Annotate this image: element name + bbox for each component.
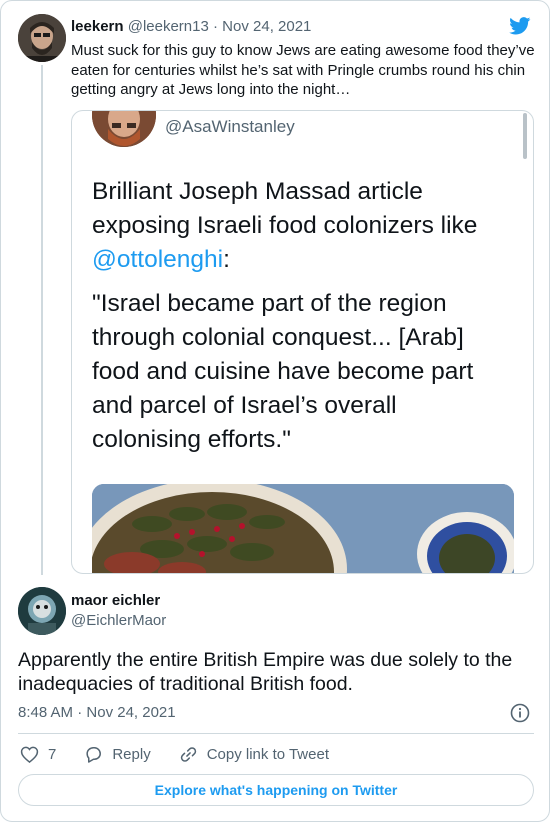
explore-twitter-button[interactable]: Explore what's happening on Twitter — [18, 774, 534, 806]
parent-author-name[interactable]: leekern — [71, 18, 124, 35]
embedded-avatar — [92, 111, 156, 147]
main-tweet-text: Apparently the entire British Empire was… — [18, 649, 513, 695]
food-photo — [92, 484, 514, 573]
main-author-name[interactable]: maor eichler — [71, 592, 160, 609]
embedded-handle: @AsaWinstanley — [165, 117, 295, 136]
like-button[interactable]: 7 — [20, 745, 56, 764]
copy-link-label: Copy link to Tweet — [206, 745, 329, 763]
copy-link-button[interactable]: Copy link to Tweet — [179, 745, 329, 764]
main-avatar[interactable] — [18, 587, 66, 635]
parent-tweet-text: Must suck for this guy to know Jews are … — [71, 42, 535, 98]
reply-label: Reply — [112, 745, 151, 763]
tweet-actions: 7 Reply Copy link to Tweet — [20, 743, 357, 765]
embedded-quote: "Israel became part of the region throug… — [92, 290, 474, 453]
reply-button[interactable]: Reply — [84, 745, 151, 764]
speech-bubble-icon — [86, 746, 102, 763]
like-count: 7 — [48, 745, 57, 763]
tweet-date: Nov 24, 2021 — [86, 704, 176, 721]
embedded-text-before: Brilliant Joseph Massad article exposing… — [92, 178, 478, 239]
embedded-text-after: : — [223, 246, 230, 273]
parent-avatar[interactable] — [18, 14, 66, 62]
timestamp-dot: · — [77, 704, 83, 721]
thread-line — [41, 65, 43, 575]
tweet-time: 8:48 AM — [18, 704, 74, 721]
main-author-handle[interactable]: @EichlerMaor — [71, 612, 166, 629]
parent-tweet-date[interactable]: Nov 24, 2021 — [222, 18, 311, 35]
embedded-screenshot[interactable]: @AsaWinstanley Brilliant Joseph Massad a… — [71, 110, 534, 574]
info-icon[interactable] — [510, 703, 530, 723]
embedded-mention: @ottolenghi — [92, 246, 224, 273]
parent-author-handle[interactable]: @leekern13 — [128, 18, 209, 35]
embedded-scrollbar — [523, 113, 527, 159]
tweet-embed-card: leekern @leekern13 · Nov 24, 2021 Must s… — [0, 0, 550, 822]
tweet-timestamp[interactable]: 8:48 AM · Nov 24, 2021 — [18, 704, 176, 721]
heart-icon — [20, 746, 39, 763]
divider — [18, 733, 534, 734]
twitter-bird-icon[interactable] — [509, 17, 531, 35]
embedded-tweet-text: Brilliant Joseph Massad article exposing… — [92, 175, 512, 277]
link-icon — [180, 746, 196, 762]
separator-dot: · — [213, 18, 218, 35]
parent-tweet-header: leekern @leekern13 · Nov 24, 2021 — [71, 18, 311, 36]
